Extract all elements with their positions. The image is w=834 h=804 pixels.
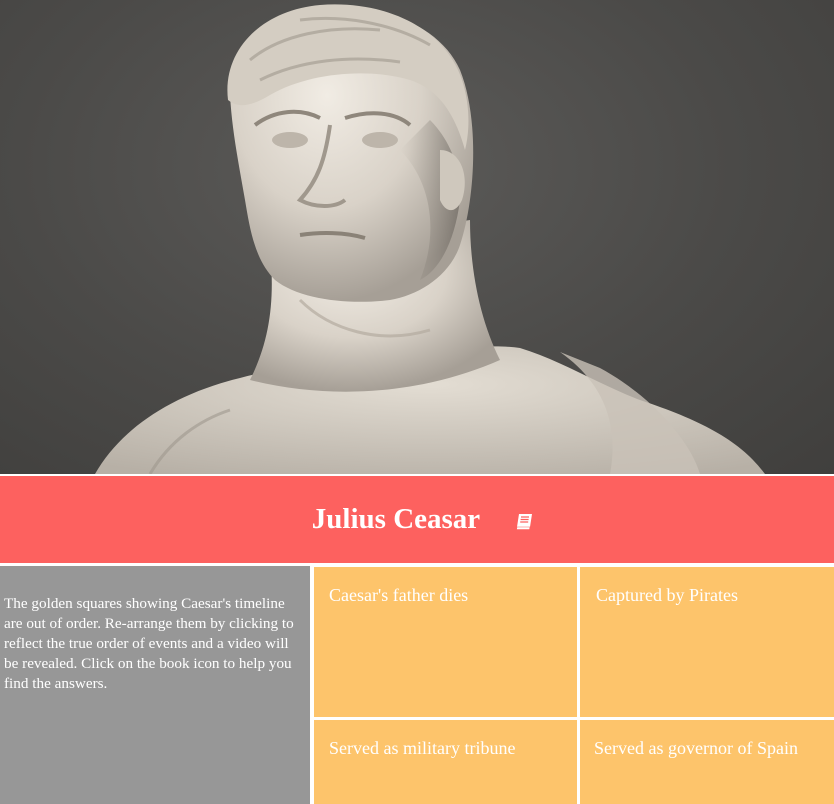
timeline-tile[interactable]: Caesar's father dies: [314, 567, 577, 717]
title-bar: Julius Ceasar: [0, 476, 834, 563]
timeline-tile[interactable]: Served as military tribune: [314, 720, 577, 804]
hero-image-bust: [0, 0, 834, 474]
tile-label: Caesar's father dies: [329, 585, 469, 605]
instructions-panel: The golden squares showing Caesar's time…: [0, 566, 310, 804]
tile-label: Served as governor of Spain: [594, 738, 798, 758]
tile-label: Captured by Pirates: [596, 585, 738, 605]
timeline-tile[interactable]: Captured by Pirates: [580, 567, 834, 717]
page-title: Julius Ceasar: [311, 503, 481, 535]
timeline-tile[interactable]: Served as governor of Spain: [580, 720, 834, 804]
instructions-text: The golden squares showing Caesar's time…: [4, 595, 294, 692]
tile-label: Served as military tribune: [329, 738, 516, 758]
book-icon[interactable]: [515, 513, 535, 531]
